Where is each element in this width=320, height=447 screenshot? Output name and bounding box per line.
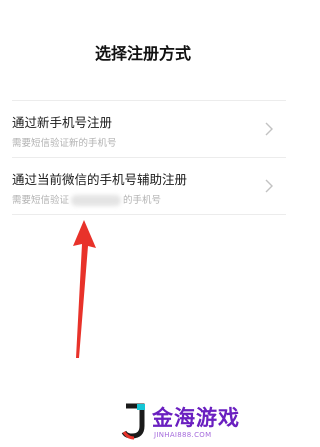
chevron-right-icon <box>265 179 273 193</box>
watermark-text: 金海游戏 <box>152 406 240 430</box>
option-wechat-phone-desc: 需要短信验证 的手机号 <box>12 192 161 206</box>
desc-prefix: 需要短信验证 <box>12 195 70 206</box>
watermark: 金海游戏 JINHAI888.COM <box>120 398 286 446</box>
watermark-logo-icon <box>121 403 145 440</box>
option-new-phone-desc: 需要短信验证新的手机号 <box>12 138 117 149</box>
red-annotation-arrow-icon <box>73 220 96 358</box>
option-new-phone-label: 通过新手机号注册 <box>12 115 113 130</box>
option-wechat-phone-label: 通过当前微信的手机号辅助注册 <box>12 172 188 187</box>
blurred-phone-number <box>71 195 122 206</box>
chevron-right-icon <box>265 122 273 136</box>
option-wechat-phone[interactable]: 通过当前微信的手机号辅助注册 需要短信验证 的手机号 <box>12 158 286 215</box>
page-title: 选择注册方式 <box>94 44 191 63</box>
option-new-phone[interactable]: 通过新手机号注册 需要短信验证新的手机号 <box>12 101 286 158</box>
desc-suffix: 的手机号 <box>123 195 162 206</box>
registration-options-list: 通过新手机号注册 需要短信验证新的手机号 通过当前微信的手机号辅助注册 需要短信… <box>12 100 286 215</box>
watermark-subtext: JINHAI888.COM <box>154 431 212 439</box>
